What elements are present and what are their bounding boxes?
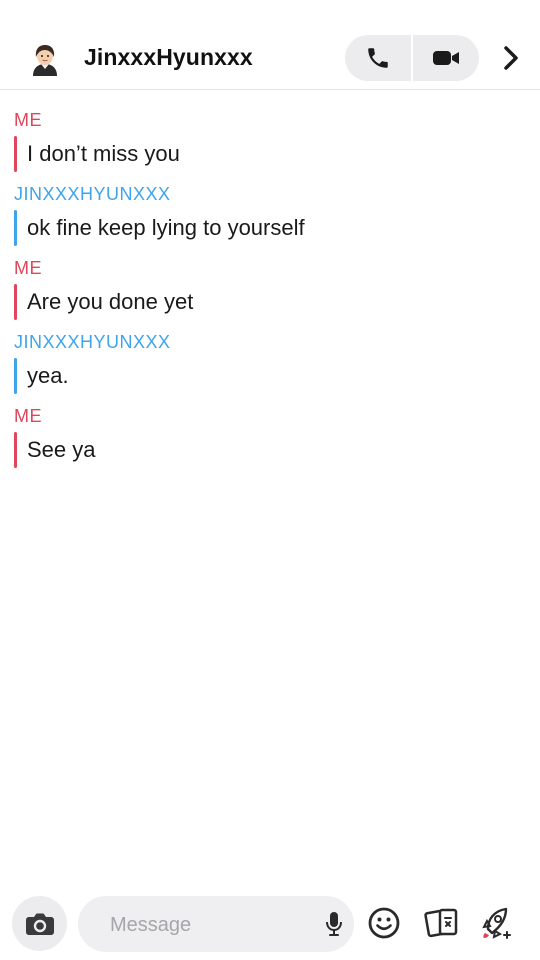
contact-name[interactable]: JinxxxHyunxxx: [84, 44, 253, 71]
smiley-icon[interactable]: [366, 903, 402, 943]
message-text[interactable]: yea.: [14, 356, 540, 396]
message: JINXXXHYUNXXX ok fine keep lying to your…: [0, 180, 540, 248]
avatar-bitmoji-icon: [33, 45, 57, 76]
message: ME See ya: [0, 402, 540, 470]
stickers-icon[interactable]: [424, 903, 460, 943]
avatar[interactable]: [28, 42, 62, 76]
video-call-button[interactable]: [411, 35, 479, 81]
camera-button[interactable]: [12, 896, 67, 951]
sender-label: JINXXXHYUNXXX: [14, 332, 171, 352]
message: ME I don’t miss you: [0, 106, 540, 174]
sender-label: ME: [14, 406, 42, 426]
message-text[interactable]: See ya: [14, 430, 540, 470]
camera-icon: [25, 913, 54, 935]
message-field[interactable]: [78, 896, 354, 954]
video-icon: [433, 51, 459, 65]
chat-header: JinxxxHyunxxx: [0, 0, 540, 90]
rocket-icon[interactable]: [480, 903, 516, 943]
message-text[interactable]: Are you done yet: [14, 282, 540, 322]
sender-label: JINXXXHYUNXXX: [14, 184, 171, 204]
sender-label: ME: [14, 110, 42, 130]
sender-label: ME: [14, 258, 42, 278]
microphone-icon[interactable]: [324, 910, 344, 938]
voice-call-button[interactable]: [345, 35, 411, 81]
call-buttons: [345, 35, 479, 81]
message: JINXXXHYUNXXX yea.: [0, 328, 540, 396]
phone-icon: [368, 48, 388, 68]
message: ME Are you done yet: [0, 254, 540, 322]
message-text[interactable]: I don’t miss you: [14, 134, 540, 174]
message-text[interactable]: ok fine keep lying to yourself: [14, 208, 540, 248]
chevron-right-icon[interactable]: [496, 42, 526, 74]
composer-bar: [0, 893, 540, 954]
message-input[interactable]: [108, 896, 312, 954]
message-list: ME I don’t miss you JINXXXHYUNXXX ok fin…: [0, 100, 540, 470]
